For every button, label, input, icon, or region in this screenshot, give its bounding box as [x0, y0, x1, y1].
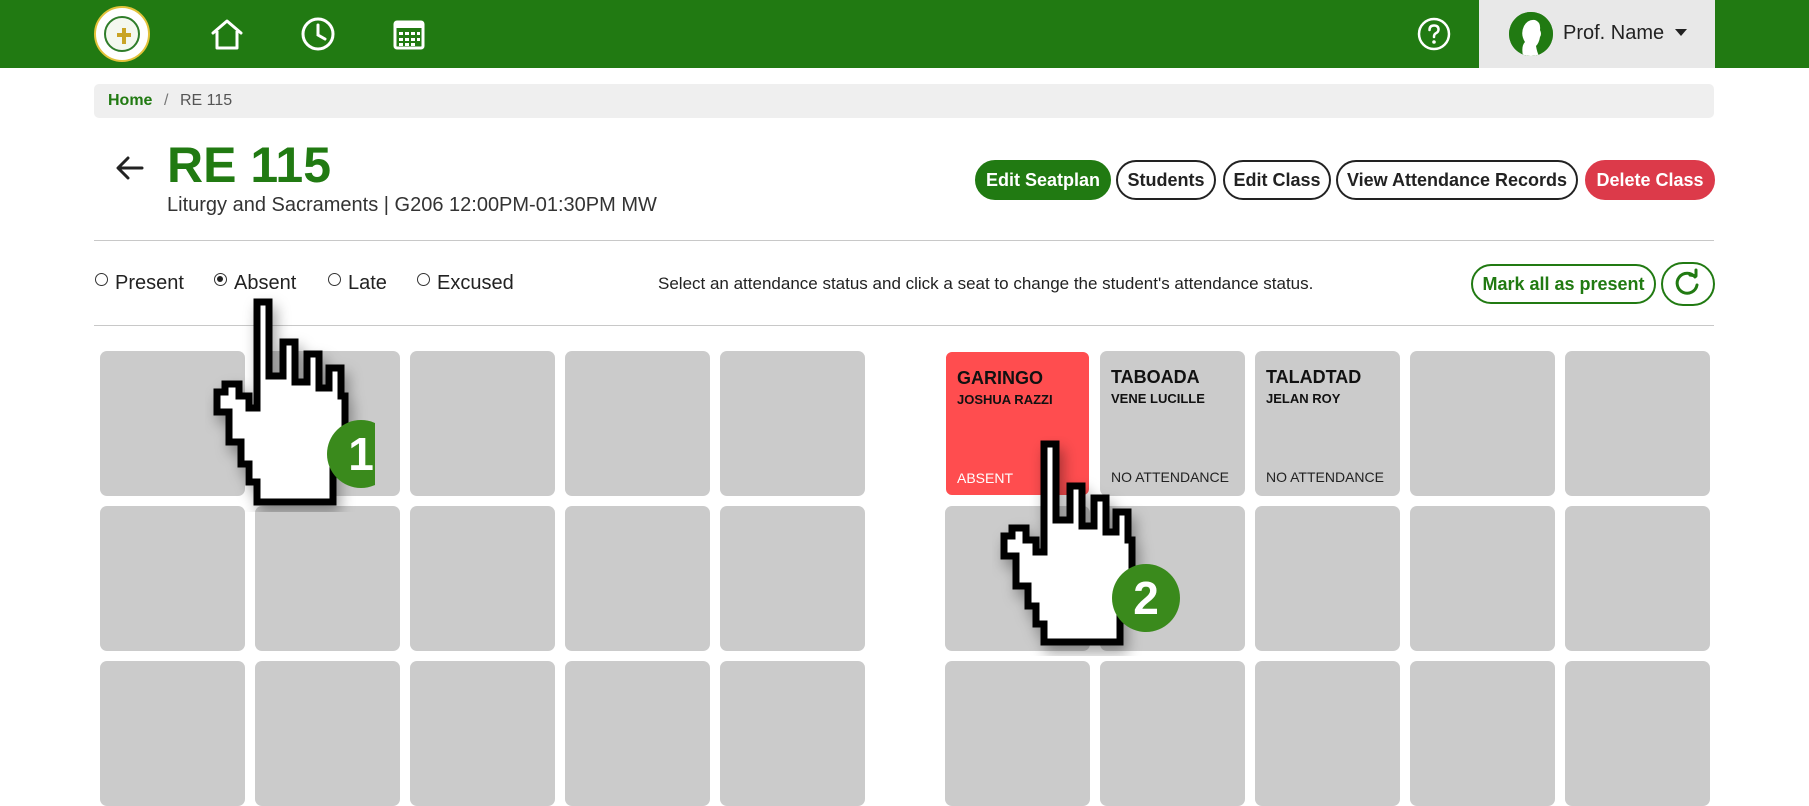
- seat[interactable]: [100, 351, 245, 496]
- seat-taladtad[interactable]: TALADTAD JELAN ROY NO ATTENDANCE: [1255, 351, 1400, 496]
- students-button[interactable]: Students: [1116, 160, 1216, 200]
- seat[interactable]: [1100, 661, 1245, 806]
- seat[interactable]: [945, 661, 1090, 806]
- home-icon[interactable]: [207, 14, 247, 54]
- seat-status: NO ATTENDANCE: [1266, 469, 1384, 485]
- seat-status: ABSENT: [957, 470, 1014, 486]
- seat[interactable]: [1565, 661, 1710, 806]
- seat-first-name: VENE LUCILLE: [1111, 391, 1205, 406]
- breadcrumb-current: RE 115: [180, 92, 233, 109]
- seat-taboada[interactable]: TABOADA VENE LUCILLE NO ATTENDANCE: [1100, 351, 1245, 496]
- seat[interactable]: [1410, 506, 1555, 651]
- class-code-title: RE 115: [167, 137, 332, 193]
- profile-name: Prof. Name: [1563, 22, 1665, 44]
- calendar-icon[interactable]: [389, 14, 429, 54]
- mark-all-present-button[interactable]: Mark all as present: [1471, 264, 1656, 304]
- edit-class-button[interactable]: Edit Class: [1223, 160, 1331, 200]
- seat[interactable]: [100, 506, 245, 651]
- edit-seatplan-button[interactable]: Edit Seatplan: [975, 160, 1111, 200]
- avatar: [1509, 12, 1553, 56]
- seat[interactable]: [565, 506, 710, 651]
- seat[interactable]: [720, 661, 865, 806]
- caret-down-icon: [1675, 29, 1687, 36]
- seat[interactable]: [255, 661, 400, 806]
- seat[interactable]: [100, 661, 245, 806]
- seat[interactable]: [1410, 661, 1555, 806]
- delete-class-button[interactable]: Delete Class: [1585, 160, 1715, 200]
- radio-label: Excused: [437, 272, 514, 294]
- radio-label: Present: [115, 272, 184, 294]
- refresh-button[interactable]: [1661, 262, 1715, 306]
- seat[interactable]: [1565, 506, 1710, 651]
- seat[interactable]: [1410, 351, 1555, 496]
- radio-circle: [328, 273, 341, 286]
- radio-circle-checked: [214, 273, 227, 286]
- seat[interactable]: [565, 351, 710, 496]
- seat[interactable]: [1100, 506, 1245, 651]
- seat[interactable]: [410, 661, 555, 806]
- seat-first-name: JELAN ROY: [1266, 391, 1341, 406]
- logo-seal-icon: [104, 16, 140, 52]
- seat[interactable]: [255, 506, 400, 651]
- seat[interactable]: [720, 351, 865, 496]
- school-logo[interactable]: [94, 6, 150, 62]
- divider: [94, 240, 1714, 241]
- seat[interactable]: [1565, 351, 1710, 496]
- seat-last-name: TABOADA: [1111, 367, 1200, 387]
- seat[interactable]: [565, 661, 710, 806]
- seat-garingo[interactable]: GARINGO JOSHUA RAZZI ABSENT: [945, 351, 1090, 496]
- view-attendance-records-button[interactable]: View Attendance Records: [1336, 160, 1578, 200]
- seat-last-name: GARINGO: [957, 368, 1044, 388]
- seat-last-name: TALADTAD: [1266, 367, 1362, 387]
- radio-label: Late: [348, 272, 387, 294]
- back-arrow-icon[interactable]: [112, 150, 148, 186]
- seat[interactable]: [945, 506, 1090, 651]
- profile-dropdown[interactable]: Prof. Name: [1479, 0, 1715, 68]
- seat[interactable]: [255, 351, 400, 496]
- radio-circle: [417, 273, 430, 286]
- breadcrumb-home-link[interactable]: Home: [108, 92, 152, 110]
- clock-icon[interactable]: [298, 14, 338, 54]
- breadcrumb: Home / RE 115: [94, 84, 1714, 118]
- seat-status: NO ATTENDANCE: [1111, 469, 1229, 485]
- seat-first-name: JOSHUA RAZZI: [957, 392, 1053, 407]
- breadcrumb-separator: /: [164, 92, 169, 109]
- seat[interactable]: [1255, 661, 1400, 806]
- help-icon[interactable]: [1417, 17, 1451, 51]
- class-details: Liturgy and Sacraments | G206 12:00PM-01…: [167, 194, 657, 216]
- radio-circle: [95, 273, 108, 286]
- radio-label: Absent: [234, 272, 297, 294]
- refresh-icon: [1675, 268, 1699, 295]
- attendance-hint-text: Select an attendance status and click a …: [658, 274, 1314, 293]
- seat[interactable]: [410, 351, 555, 496]
- divider: [94, 325, 1714, 326]
- seat[interactable]: [720, 506, 865, 651]
- seat[interactable]: [410, 506, 555, 651]
- top-navbar: Prof. Name: [0, 0, 1809, 68]
- seat[interactable]: [1255, 506, 1400, 651]
